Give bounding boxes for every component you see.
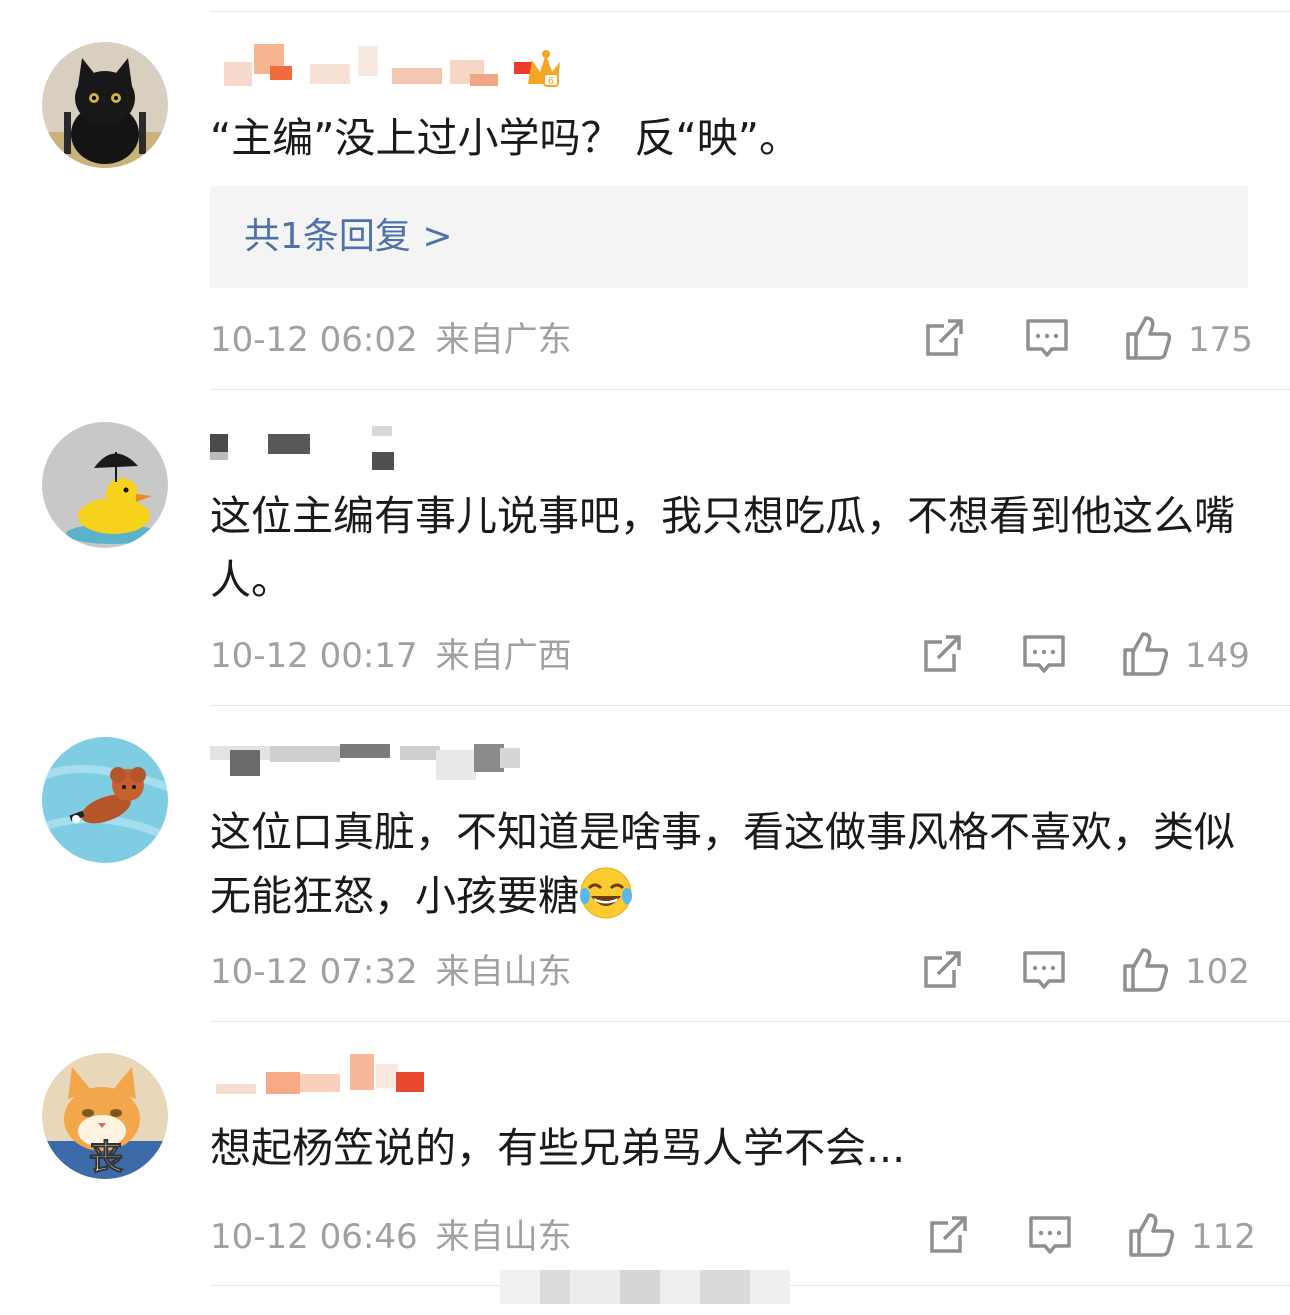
comment-meta: 10-12 06:02 来自广东 <box>210 316 572 364</box>
comment-text: 这位口真脏，不知道是啥事，看这做事风格不喜欢，类似无能狂怒，小孩要糖 <box>210 800 1240 928</box>
comment-icon[interactable] <box>1027 1213 1073 1261</box>
comment-time: 10-12 06:02 <box>210 320 418 360</box>
svg-text:6: 6 <box>548 76 554 87</box>
reply-count-label: 共1条回复 > <box>244 216 453 257</box>
share-icon[interactable] <box>920 632 964 680</box>
comment-icon[interactable] <box>1021 632 1067 680</box>
blurred-watermark <box>500 1270 790 1304</box>
divider <box>210 705 1290 706</box>
crown-icon: 6 <box>514 50 560 87</box>
comment-time: 10-12 06:46 <box>210 1217 418 1257</box>
comment-time: 10-12 07:32 <box>210 952 418 992</box>
comment-location: 来自山东 <box>435 1217 572 1257</box>
laughing-tears-emoji <box>580 867 632 919</box>
orange-cat-avatar[interactable]: 丧 <box>42 1053 168 1179</box>
comment-meta: 10-12 07:32 来自山东 <box>210 948 572 996</box>
like-count: 175 <box>1188 320 1253 360</box>
share-icon[interactable] <box>926 1213 970 1261</box>
rubber-duck-umbrella-avatar[interactable] <box>42 422 168 548</box>
view-replies-button[interactable]: 共1条回复 > <box>210 186 1248 288</box>
comment-location: 来自广西 <box>435 636 572 676</box>
comment-meta: 10-12 00:17 来自广西 <box>210 632 572 680</box>
share-icon[interactable] <box>922 316 966 364</box>
comment-text-content: 这位口真脏，不知道是啥事，看这做事风格不喜欢，类似无能狂怒，小孩要糖 <box>210 808 1235 920</box>
like-count: 149 <box>1185 636 1250 676</box>
comment-icon[interactable] <box>1024 316 1070 364</box>
comment-text: 这位主编有事儿说事吧，我只想吃瓜，不想看到他这么嘴人。 <box>210 492 1235 604</box>
divider <box>210 11 1290 12</box>
divider <box>210 389 1290 390</box>
comment-location: 来自山东 <box>435 952 572 992</box>
comment-icon[interactable] <box>1021 948 1067 996</box>
comment-meta: 10-12 06:46 来自山东 <box>210 1213 572 1261</box>
brown-puppy-avatar[interactable] <box>42 737 168 863</box>
like-icon[interactable] <box>1127 1211 1175 1259</box>
avatar-caption: 丧 <box>89 1138 123 1178</box>
black-cat-avatar[interactable] <box>42 42 168 168</box>
comment-time: 10-12 00:17 <box>210 636 418 676</box>
username-blurred[interactable] <box>210 426 570 474</box>
comment-location: 来自广东 <box>435 320 572 360</box>
like-count: 102 <box>1185 952 1250 992</box>
like-icon[interactable] <box>1121 946 1169 994</box>
like-count: 112 <box>1191 1217 1256 1257</box>
like-icon[interactable] <box>1124 314 1172 362</box>
comment-text: “主编”没上过小学吗？ 反“映”。 <box>210 114 800 162</box>
divider <box>210 1021 1290 1022</box>
username-blurred[interactable] <box>210 1054 570 1102</box>
share-icon[interactable] <box>920 948 964 996</box>
username-blurred[interactable] <box>210 740 570 788</box>
like-icon[interactable] <box>1121 630 1169 678</box>
comment-text: 想起杨笠说的，有些兄弟骂人学不会... <box>210 1124 906 1172</box>
